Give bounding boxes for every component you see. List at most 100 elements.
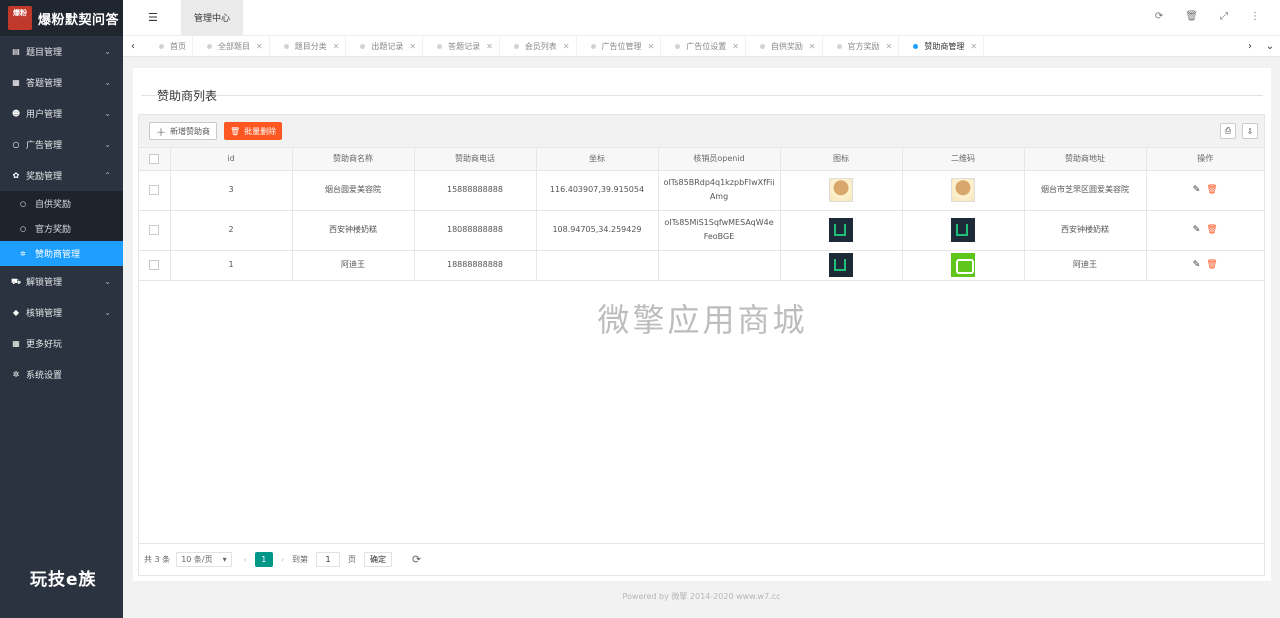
sidebar-subitem-2[interactable]: ✲ 赞助商管理 (0, 241, 123, 266)
pagination: 共 3 条 10 条/页 ▾ ‹ 1 › 到第 1 页 确定 ⟳ (139, 543, 1264, 575)
tabs-next-icon[interactable]: › (1240, 36, 1260, 57)
sponsor-icon-image[interactable] (829, 218, 853, 242)
table-row: 3 烟台圆爱美容院 15888888888 116.403907,39.915054 o… (139, 170, 1264, 211)
fullscreen-icon[interactable]: ⤢ (1220, 11, 1228, 22)
close-icon[interactable]: ✕ (563, 42, 570, 51)
sidebar-item-5[interactable]: ⛟ 解锁管理 ⌄ (0, 266, 123, 297)
tab-label: 官方奖励 (847, 42, 880, 51)
goto-confirm-button[interactable]: 确定 (364, 552, 393, 567)
tab-dot (360, 44, 366, 49)
cell-qrcode (902, 250, 1025, 281)
close-icon[interactable]: ✕ (886, 42, 893, 51)
sidebar-item-0[interactable]: ▤ 题目管理 ⌄ (0, 36, 123, 67)
close-icon[interactable]: ✕ (809, 42, 816, 51)
refresh-icon[interactable]: ⟳ (1155, 11, 1163, 22)
sidebar-item-3[interactable]: ○ 广告管理 ⌄ (0, 129, 123, 160)
row-checkbox[interactable] (149, 184, 160, 195)
tab-label: 广告位设置 (686, 42, 727, 51)
select-all-checkbox[interactable] (149, 153, 160, 164)
tab-5[interactable]: 会员列表 ✕ (500, 36, 577, 57)
circle-icon: ○ (12, 140, 20, 149)
cell-actions: ✎ 🗑 (1146, 170, 1264, 211)
edit-icon[interactable]: ✎ (1193, 258, 1201, 272)
sidebar-item-6[interactable]: ◆ 核销管理 ⌄ (0, 297, 123, 328)
print-icon[interactable]: ⎙ (1220, 123, 1236, 139)
close-icon[interactable]: ✕ (486, 42, 493, 51)
batch-delete-button[interactable]: 🗑 批量删除 (224, 122, 283, 140)
tab-dot (590, 44, 596, 49)
sidebar-submenu: ○ 自供奖励 ○ 官方奖励 ✲ 赞助商管理 (0, 191, 123, 266)
column-header: id (170, 148, 293, 171)
row-checkbox[interactable] (149, 224, 160, 235)
tabs-dropdown-icon[interactable]: ⌄ (1260, 36, 1280, 57)
tab-10[interactable]: 赞助商管理 ✕ (899, 36, 985, 57)
current-page[interactable]: 1 (254, 552, 273, 567)
row-checkbox[interactable] (149, 259, 160, 270)
tab-8[interactable]: 自供奖励 ✕ (746, 36, 823, 57)
qrcode-image[interactable] (951, 253, 975, 277)
delete-icon[interactable]: 🗑 (1206, 258, 1217, 272)
tab-6[interactable]: 广告位管理 ✕ (577, 36, 662, 57)
menu-toggle-icon[interactable]: ☰ (148, 11, 158, 24)
add-sponsor-button[interactable]: ＋ 新增赞助商 (149, 122, 217, 140)
cell-address: 西安钟楼奶糕 (1024, 210, 1147, 251)
chevron-down-icon: ▾ (222, 555, 227, 564)
tabs-prev-icon[interactable]: ‹ (123, 36, 143, 57)
prev-page-icon[interactable]: ‹ (244, 555, 247, 564)
column-header: 赞助商地址 (1024, 148, 1147, 171)
goto-page-input[interactable]: 1 (316, 552, 341, 567)
tab-label: 出题记录 (371, 42, 404, 51)
sidebar-item-2[interactable]: ☻ 用户管理 ⌄ (0, 98, 123, 129)
cell-coord: 108.94705,34.259429 (536, 210, 659, 251)
tab-2[interactable]: 题目分类 ✕ (270, 36, 347, 57)
tab-label: 答题记录 (448, 42, 481, 51)
sidebar-subitem-0[interactable]: ○ 自供奖励 (0, 191, 123, 216)
sidebar-subitem-1[interactable]: ○ 官方奖励 (0, 216, 123, 241)
sidebar-item-1[interactable]: ▦ 答题管理 ⌄ (0, 67, 123, 98)
sidebar-item-7[interactable]: ▦ 更多好玩 (0, 328, 123, 359)
qrcode-image[interactable] (951, 178, 975, 202)
more-icon[interactable]: ⋮ (1250, 11, 1260, 22)
sidebar-item-4[interactable]: ✿ 奖励管理 ⌃ (0, 160, 123, 191)
logo[interactable]: 爆粉 爆粉默契问答 (0, 0, 123, 36)
sidebar-item-label: 系统设置 (26, 371, 63, 381)
footer: Powered by 微擎 2014-2020 www.w7.cc (622, 592, 781, 601)
top-tab-admin-center[interactable]: 管理中心 (181, 0, 243, 35)
sponsor-table: id 赞助商名称 赞助商电话 坐标 核销员openid 图标 二维码 赞助商地址 操作 3 烟台圆… (139, 148, 1264, 281)
circle-icon: ○ (20, 224, 27, 233)
close-icon[interactable]: ✕ (409, 42, 416, 51)
sponsor-icon-image[interactable] (829, 253, 853, 277)
close-icon[interactable]: ✕ (256, 42, 263, 51)
tab-7[interactable]: 广告位设置 ✕ (661, 36, 746, 57)
sponsor-icon-image[interactable] (829, 178, 853, 202)
page-size-select[interactable]: 10 条/页 ▾ (176, 552, 232, 567)
tab-4[interactable]: 答题记录 ✕ (423, 36, 500, 57)
edit-icon[interactable]: ✎ (1193, 183, 1201, 197)
cell-phone: 15888888888 (414, 170, 537, 211)
grid-icon: ▦ (12, 339, 20, 348)
close-icon[interactable]: ✕ (732, 42, 739, 51)
cell-id: 2 (170, 210, 293, 251)
close-icon[interactable]: ✕ (333, 42, 340, 51)
next-page-icon[interactable]: › (281, 555, 284, 564)
delete-icon[interactable]: 🗑 (1206, 223, 1217, 237)
close-icon[interactable]: ✕ (648, 42, 655, 51)
delete-icon[interactable]: 🗑 (1206, 183, 1217, 197)
tab-1[interactable]: 全部题目 ✕ (193, 36, 270, 57)
tab-0[interactable]: 首页 (145, 36, 193, 57)
trash-icon[interactable]: 🗑 (1185, 11, 1198, 22)
tab-3[interactable]: 出题记录 ✕ (346, 36, 424, 57)
close-icon[interactable]: ✕ (970, 42, 977, 51)
qrcode-image[interactable] (951, 218, 975, 242)
cell-openid (658, 250, 781, 281)
export-icon[interactable]: ⇩ (1242, 123, 1258, 139)
tab-label: 首页 (170, 42, 186, 51)
tab-dot (159, 44, 164, 49)
page-title: 赞助商列表 (157, 87, 218, 104)
tab-9[interactable]: 官方奖励 ✕ (823, 36, 900, 57)
sidebar-item-8[interactable]: ✲ 系统设置 (0, 359, 123, 390)
edit-icon[interactable]: ✎ (1193, 223, 1201, 237)
refresh-icon[interactable]: ⟳ (412, 553, 421, 566)
column-header: 赞助商电话 (414, 148, 537, 171)
app-title: 爆粉默契问答 (38, 12, 120, 28)
